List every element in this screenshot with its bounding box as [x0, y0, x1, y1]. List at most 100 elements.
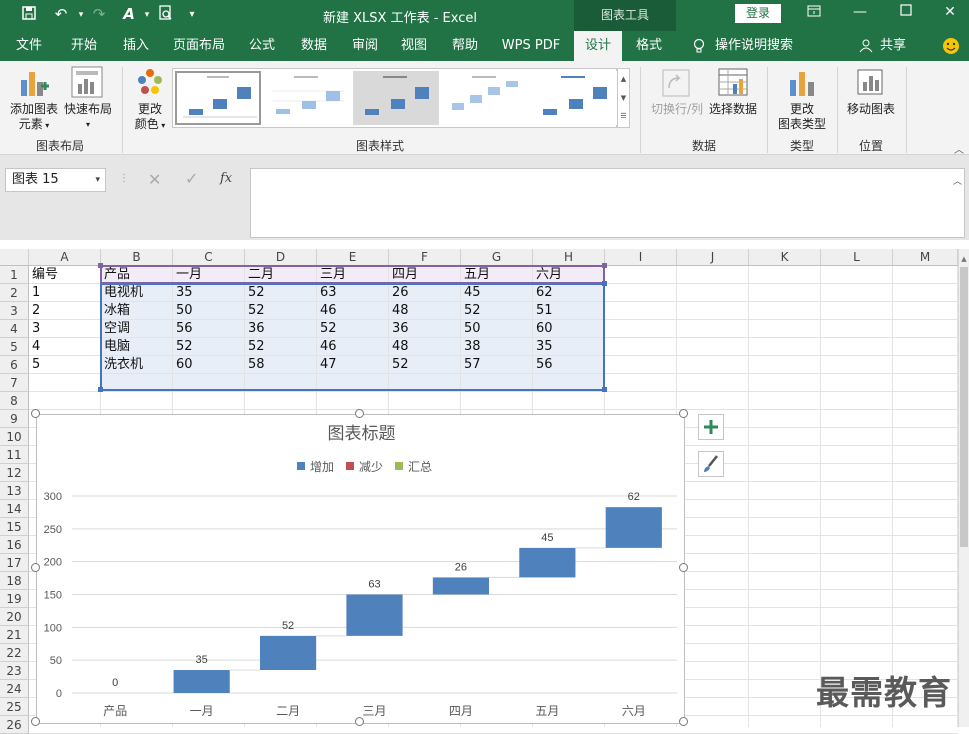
- row-header-1[interactable]: 1: [0, 266, 29, 284]
- row-header-24[interactable]: 24: [0, 680, 29, 698]
- row-header-2[interactable]: 2: [0, 284, 29, 302]
- data-cell[interactable]: 3: [29, 320, 101, 338]
- row-header-12[interactable]: 12: [0, 464, 29, 482]
- add-chart-element-icon[interactable]: [19, 68, 51, 101]
- column-header-D[interactable]: D: [245, 249, 317, 266]
- row-header-19[interactable]: 19: [0, 590, 29, 608]
- chart-resize-handle[interactable]: [679, 717, 688, 726]
- ribbon-display-icon[interactable]: [801, 4, 827, 22]
- range-corner-handle[interactable]: [98, 263, 103, 268]
- row-header-10[interactable]: 10: [0, 428, 29, 446]
- scroll-up-icon[interactable]: ▲: [959, 255, 969, 263]
- chart-resize-handle[interactable]: [31, 717, 40, 726]
- quick-layout-button[interactable]: 快速布局 ▾: [60, 102, 116, 132]
- move-chart-icon[interactable]: [856, 68, 886, 101]
- save-icon[interactable]: [18, 5, 40, 25]
- collapse-ribbon-icon[interactable]: ︿: [954, 141, 964, 156]
- column-header-M[interactable]: M: [893, 249, 958, 266]
- undo-icon[interactable]: ↶: [50, 5, 72, 23]
- data-cell[interactable]: 4: [29, 338, 101, 356]
- select-all-corner[interactable]: [0, 249, 29, 266]
- column-header-H[interactable]: H: [533, 249, 605, 266]
- column-header-F[interactable]: F: [389, 249, 461, 266]
- tab-data[interactable]: 数据: [292, 31, 336, 61]
- customize-toolbar-icon[interactable]: ▾: [181, 9, 203, 20]
- column-header-I[interactable]: I: [605, 249, 677, 266]
- chart-style-5[interactable]: [531, 71, 617, 125]
- tab-file[interactable]: 文件: [8, 31, 50, 61]
- vertical-scrollbar[interactable]: ▲: [958, 249, 969, 727]
- row-header-7[interactable]: 7: [0, 374, 29, 392]
- tab-review[interactable]: 审阅: [343, 31, 387, 61]
- column-header-J[interactable]: J: [677, 249, 749, 266]
- range-corner-handle[interactable]: [602, 387, 607, 392]
- maximize-icon[interactable]: [893, 4, 919, 20]
- change-chart-type-button[interactable]: 更改 图表类型: [772, 102, 832, 132]
- header-cell[interactable]: 编号: [29, 266, 101, 284]
- tab-home[interactable]: 开始: [62, 31, 106, 61]
- name-box-dropdown-icon[interactable]: ▾: [95, 169, 100, 191]
- waterfall-chart[interactable]: 图表标题 增加 减少 汇总 0 50 100 150 200 250 300 0 产品 35 一月 52 二月 6…: [36, 414, 685, 724]
- row-header-11[interactable]: 11: [0, 446, 29, 464]
- change-colors-icon[interactable]: [135, 67, 165, 100]
- column-header-B[interactable]: B: [101, 249, 173, 266]
- gallery-down-icon[interactable]: ▼: [618, 89, 629, 107]
- chart-resize-handle[interactable]: [31, 409, 40, 418]
- select-data-icon[interactable]: [718, 68, 748, 101]
- gallery-more-icon[interactable]: ☰: [618, 107, 629, 125]
- chart-resize-handle[interactable]: [355, 409, 364, 418]
- login-button[interactable]: 登录: [735, 4, 781, 23]
- column-header-G[interactable]: G: [461, 249, 533, 266]
- column-header-A[interactable]: A: [29, 249, 101, 266]
- tell-me-search[interactable]: 操作说明搜索: [712, 31, 796, 61]
- row-header-26[interactable]: 26: [0, 716, 29, 734]
- print-preview-icon[interactable]: [155, 5, 177, 25]
- column-header-K[interactable]: K: [749, 249, 821, 266]
- column-header-C[interactable]: C: [173, 249, 245, 266]
- row-header-5[interactable]: 5: [0, 338, 29, 356]
- tab-formulas[interactable]: 公式: [240, 31, 284, 61]
- range-corner-handle[interactable]: [98, 387, 103, 392]
- name-box[interactable]: 图表 15 ▾: [5, 168, 106, 192]
- row-header-21[interactable]: 21: [0, 626, 29, 644]
- row-header-3[interactable]: 3: [0, 302, 29, 320]
- scroll-thumb[interactable]: [960, 267, 968, 547]
- change-colors-button[interactable]: 更改 颜色 ▾: [128, 102, 172, 133]
- row-header-4[interactable]: 4: [0, 320, 29, 338]
- chart-resize-handle[interactable]: [679, 563, 688, 572]
- row-header-9[interactable]: 9: [0, 410, 29, 428]
- chart-style-1[interactable]: [175, 71, 261, 125]
- gallery-scroll[interactable]: ▲ ▼ ☰: [617, 68, 630, 128]
- row-header-23[interactable]: 23: [0, 662, 29, 680]
- chart-resize-handle[interactable]: [679, 409, 688, 418]
- move-chart-button[interactable]: 移动图表: [842, 102, 900, 117]
- minimize-icon[interactable]: —: [847, 4, 873, 20]
- gallery-up-icon[interactable]: ▲: [618, 69, 629, 89]
- formula-input[interactable]: [250, 168, 965, 238]
- column-header-E[interactable]: E: [317, 249, 389, 266]
- row-header-14[interactable]: 14: [0, 500, 29, 518]
- quick-layout-icon[interactable]: [71, 66, 103, 101]
- range-corner-handle[interactable]: [602, 281, 607, 286]
- data-cell[interactable]: 1: [29, 284, 101, 302]
- data-cell[interactable]: 5: [29, 356, 101, 374]
- row-header-18[interactable]: 18: [0, 572, 29, 590]
- tab-page-layout[interactable]: 页面布局: [168, 31, 230, 61]
- share-person-icon[interactable]: [858, 31, 874, 61]
- data-cell[interactable]: 2: [29, 302, 101, 320]
- tab-wps-pdf[interactable]: WPS PDF: [498, 31, 564, 61]
- column-header-L[interactable]: L: [821, 249, 893, 266]
- tab-insert[interactable]: 插入: [114, 31, 158, 61]
- chart-style-3[interactable]: [353, 71, 439, 125]
- row-header-17[interactable]: 17: [0, 554, 29, 572]
- select-data-button[interactable]: 选择数据: [706, 102, 760, 117]
- tab-format[interactable]: 格式: [627, 31, 671, 61]
- close-icon[interactable]: ✕: [937, 4, 963, 20]
- insert-function-icon[interactable]: fx: [220, 171, 232, 186]
- tab-design[interactable]: 设计: [574, 31, 622, 61]
- row-header-25[interactable]: 25: [0, 698, 29, 716]
- chart-resize-handle[interactable]: [31, 563, 40, 572]
- chart-style-4[interactable]: [442, 71, 528, 125]
- chart-resize-handle[interactable]: [355, 717, 364, 726]
- range-corner-handle[interactable]: [602, 263, 607, 268]
